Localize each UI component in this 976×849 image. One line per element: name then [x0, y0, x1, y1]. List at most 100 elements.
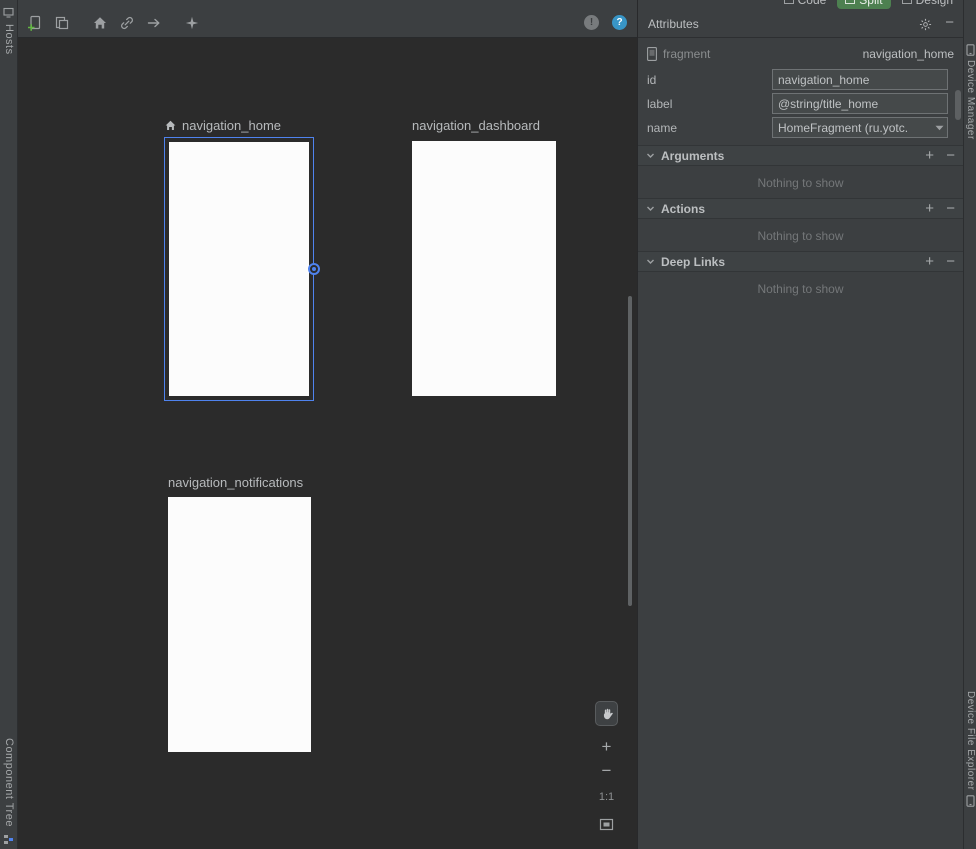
fragment-dashboard-label[interactable]: navigation_dashboard: [412, 117, 540, 134]
zoom-in-button[interactable]: +: [595, 738, 618, 756]
fragment-dashboard-label-text: navigation_dashboard: [412, 118, 540, 133]
tab-code-label: Code: [798, 0, 827, 7]
tab-code[interactable]: Code: [780, 0, 831, 9]
id-field-label: id: [647, 70, 656, 91]
link-icon: [119, 15, 135, 31]
fragment-dashboard[interactable]: [412, 141, 556, 396]
attributes-panel: Code Split Design Attributes − fragment …: [637, 0, 963, 849]
empty-message: Nothing to show: [638, 176, 963, 190]
attributes-title: Attributes: [648, 12, 699, 37]
device-manager-tab[interactable]: Device Manager: [965, 60, 976, 140]
empty-message: Nothing to show: [638, 282, 963, 296]
fragment-notifications-label[interactable]: navigation_notifications: [168, 474, 303, 491]
design-icon: [902, 0, 912, 4]
name-field-label: name: [647, 118, 677, 139]
attributes-scrollbar[interactable]: [955, 90, 961, 120]
hosts-tab[interactable]: Hosts: [3, 24, 15, 55]
zoom-out-button[interactable]: −: [595, 762, 618, 780]
attributes-header: Attributes −: [638, 12, 963, 38]
navigation-toolbar: ! ?: [18, 0, 637, 38]
warning-icon: !: [584, 15, 599, 30]
action-connection-handle[interactable]: [308, 263, 320, 275]
left-tool-strip: Hosts Component Tree: [0, 0, 18, 849]
new-destination-button[interactable]: [26, 14, 44, 32]
name-dropdown-value: HomeFragment (ru.yotc.: [773, 121, 931, 135]
hand-icon: [600, 707, 614, 721]
fragment-home[interactable]: [164, 137, 314, 401]
empty-message: Nothing to show: [638, 229, 963, 243]
help-icon: ?: [612, 15, 627, 30]
device-file-explorer-icon: [966, 795, 975, 807]
home-icon: [92, 15, 108, 31]
tab-design[interactable]: Design: [898, 0, 957, 9]
chevron-down-icon: [646, 151, 655, 160]
group-destinations-icon: [54, 15, 70, 31]
fragment-notifications-label-text: navigation_notifications: [168, 475, 303, 490]
chevron-down-icon: [646, 204, 655, 213]
component-id-value: navigation_home: [863, 47, 954, 61]
fragment-home-label-text: navigation_home: [182, 118, 281, 133]
action-arrow-icon: [146, 15, 162, 31]
assign-start-destination-button[interactable]: [91, 14, 109, 32]
fragment-icon: [647, 47, 657, 61]
add-deep-link-button[interactable]: +: [925, 252, 934, 272]
zoom-to-fit-button[interactable]: [599, 817, 614, 832]
android-studio-navigation-editor: { "colors": { "accent_blue": "#4f83ee", …: [0, 0, 976, 849]
gear-icon[interactable]: [919, 18, 932, 31]
action-button[interactable]: [145, 14, 163, 32]
fit-screen-icon: [599, 817, 614, 832]
component-tree-icon: [3, 834, 14, 845]
device-manager-icon: [966, 44, 975, 56]
section-arguments-header[interactable]: Arguments + −: [638, 145, 963, 166]
section-title: Actions: [661, 202, 705, 216]
component-type-label: fragment: [663, 47, 710, 61]
component-tree-tab[interactable]: Component Tree: [3, 738, 15, 827]
remove-deep-link-button[interactable]: −: [946, 252, 955, 272]
help-button[interactable]: ?: [611, 14, 628, 31]
remove-argument-button[interactable]: −: [946, 146, 955, 166]
toolbar-right-group: ! ?: [583, 14, 628, 31]
name-dropdown[interactable]: HomeFragment (ru.yotc.: [772, 117, 948, 138]
section-deep-links: Deep Links + − Nothing to show: [638, 251, 963, 306]
start-destination-home-icon: [164, 119, 177, 132]
tab-split[interactable]: Split: [837, 0, 890, 9]
section-title: Deep Links: [661, 255, 725, 269]
chevron-down-icon: [646, 257, 655, 266]
group-destinations-button[interactable]: [53, 14, 71, 32]
section-arguments: Arguments + − Nothing to show: [638, 145, 963, 200]
label-input[interactable]: [772, 93, 948, 114]
device-file-explorer-tab[interactable]: Device File Explorer: [965, 691, 976, 790]
warnings-button[interactable]: !: [583, 14, 600, 31]
section-title: Arguments: [661, 149, 724, 163]
new-destination-icon: [27, 15, 43, 31]
split-icon: [845, 0, 855, 4]
remove-action-button[interactable]: −: [946, 199, 955, 219]
add-argument-button[interactable]: +: [925, 146, 934, 166]
tab-design-label: Design: [916, 0, 953, 7]
design-surface[interactable]: navigation_home navigation_dashboard nav…: [18, 38, 637, 849]
chevron-down-icon: [931, 118, 947, 137]
section-actions: Actions + − Nothing to show: [638, 198, 963, 253]
section-actions-header[interactable]: Actions + −: [638, 198, 963, 219]
fragment-notifications[interactable]: [168, 497, 311, 752]
fragment-home-label[interactable]: navigation_home: [164, 117, 281, 134]
fragment-home-preview: [169, 142, 309, 396]
auto-arrange-icon: [184, 15, 200, 31]
id-input[interactable]: [772, 69, 948, 90]
auto-arrange-button[interactable]: [183, 14, 201, 32]
zoom-level-button[interactable]: 1:1: [595, 791, 618, 803]
canvas-scrollbar[interactable]: [628, 296, 632, 606]
right-tool-strip: Device Manager Device File Explorer: [963, 0, 976, 849]
toolbar-left-group: [26, 14, 201, 32]
selected-component-row: fragment navigation_home: [647, 45, 954, 62]
handle-dot: [312, 267, 316, 271]
section-deep-links-header[interactable]: Deep Links + −: [638, 251, 963, 272]
pan-button[interactable]: [595, 701, 618, 726]
code-icon: [784, 0, 794, 4]
add-action-button[interactable]: +: [925, 199, 934, 219]
hosts-icon: [3, 7, 14, 18]
tab-split-label: Split: [859, 0, 882, 7]
editor-mode-tabs: Code Split Design: [780, 0, 957, 10]
hide-panel-button[interactable]: −: [945, 14, 954, 31]
deep-link-button[interactable]: [118, 14, 136, 32]
